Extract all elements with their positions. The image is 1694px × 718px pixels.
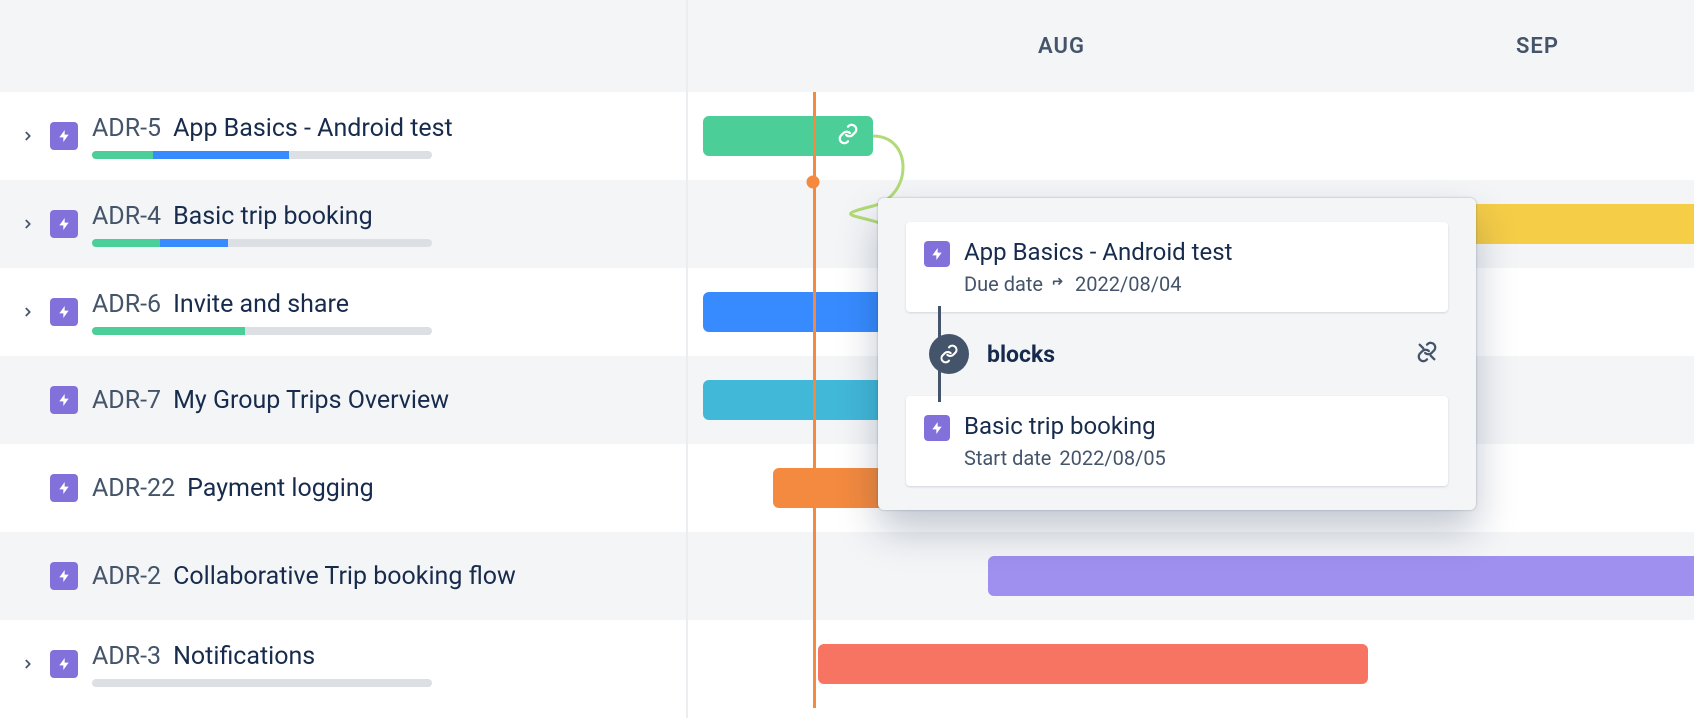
timeline-row [688,532,1694,620]
timeline-header: AUG SEP [688,0,1694,92]
timeline-row [688,92,1694,180]
issue-key[interactable]: ADR-3 [92,642,161,671]
issue-list-panel: ADR-5 App Basics - Android test ADR-4 Basic… [0,0,686,718]
epic-icon [924,415,950,441]
issue-summary[interactable]: Basic trip booking [173,202,373,231]
progress-bar [92,327,432,335]
dependency-popover: App Basics - Android test Due date 2022/… [878,198,1476,510]
timeline-bar[interactable] [988,556,1694,596]
dependency-target-title: Basic trip booking [964,412,1166,440]
dependency-target-card[interactable]: Basic trip booking Start date 2022/08/05 [906,396,1448,486]
progress-bar [92,239,432,247]
issue-key[interactable]: ADR-7 [92,386,161,415]
dependency-relation-label: blocks [987,341,1055,368]
epic-icon [924,241,950,267]
epic-icon [50,210,78,238]
timeline-bar[interactable] [703,116,873,156]
issue-row[interactable]: ADR-2 Collaborative Trip booking flow [0,532,686,620]
epic-icon [50,650,78,678]
chevron-right-icon[interactable] [20,128,36,144]
epic-icon [50,122,78,150]
issue-summary[interactable]: Collaborative Trip booking flow [173,562,516,591]
issue-summary[interactable]: My Group Trips Overview [173,386,449,415]
issue-row[interactable]: ADR-4 Basic trip booking [0,180,686,268]
issue-summary[interactable]: Notifications [173,642,315,671]
issue-summary[interactable]: Invite and share [173,290,349,319]
issue-row[interactable]: ADR-6 Invite and share [0,268,686,356]
issue-row[interactable]: ADR-5 App Basics - Android test [0,92,686,180]
dependency-source-title: App Basics - Android test [964,238,1232,266]
dependency-target-sub-label: Start date [964,446,1051,470]
issue-summary[interactable]: App Basics - Android test [173,114,453,143]
timeline-bar[interactable] [818,644,1368,684]
timeline-row [688,620,1694,708]
month-label: SEP [1516,0,1559,92]
issue-key[interactable]: ADR-22 [92,474,175,503]
issue-row[interactable]: ADR-7 My Group Trips Overview [0,356,686,444]
timeline-bar[interactable] [1468,204,1694,244]
month-label: AUG [1038,0,1085,92]
progress-bar [92,679,432,687]
epic-icon [50,298,78,326]
dependency-source-sub-label: Due date [964,272,1043,296]
link-icon [929,334,969,374]
epic-icon [50,474,78,502]
issue-key[interactable]: ADR-4 [92,202,161,231]
epic-icon [50,562,78,590]
today-marker-dot [807,176,820,189]
chevron-right-icon[interactable] [20,304,36,320]
issue-row[interactable]: ADR-3 Notifications [0,620,686,708]
issue-key[interactable]: ADR-2 [92,562,161,591]
issue-key[interactable]: ADR-5 [92,114,161,143]
arrow-turn-icon [1051,276,1067,292]
issue-row[interactable]: ADR-22 Payment logging [0,444,686,532]
issue-list-header [0,0,686,92]
link-icon[interactable] [837,123,859,149]
dependency-source-date: 2022/08/04 [1075,272,1181,296]
issue-summary[interactable]: Payment logging [187,474,374,503]
dependency-source-card[interactable]: App Basics - Android test Due date 2022/… [906,222,1448,312]
issue-key[interactable]: ADR-6 [92,290,161,319]
epic-icon [50,386,78,414]
chevron-right-icon[interactable] [20,656,36,672]
timeline-panel: AUG SEP App Basics - Android test [686,0,1694,718]
dependency-target-date: 2022/08/05 [1059,446,1165,470]
progress-bar [92,151,432,159]
unlink-button[interactable] [1416,341,1438,367]
chevron-right-icon[interactable] [20,216,36,232]
